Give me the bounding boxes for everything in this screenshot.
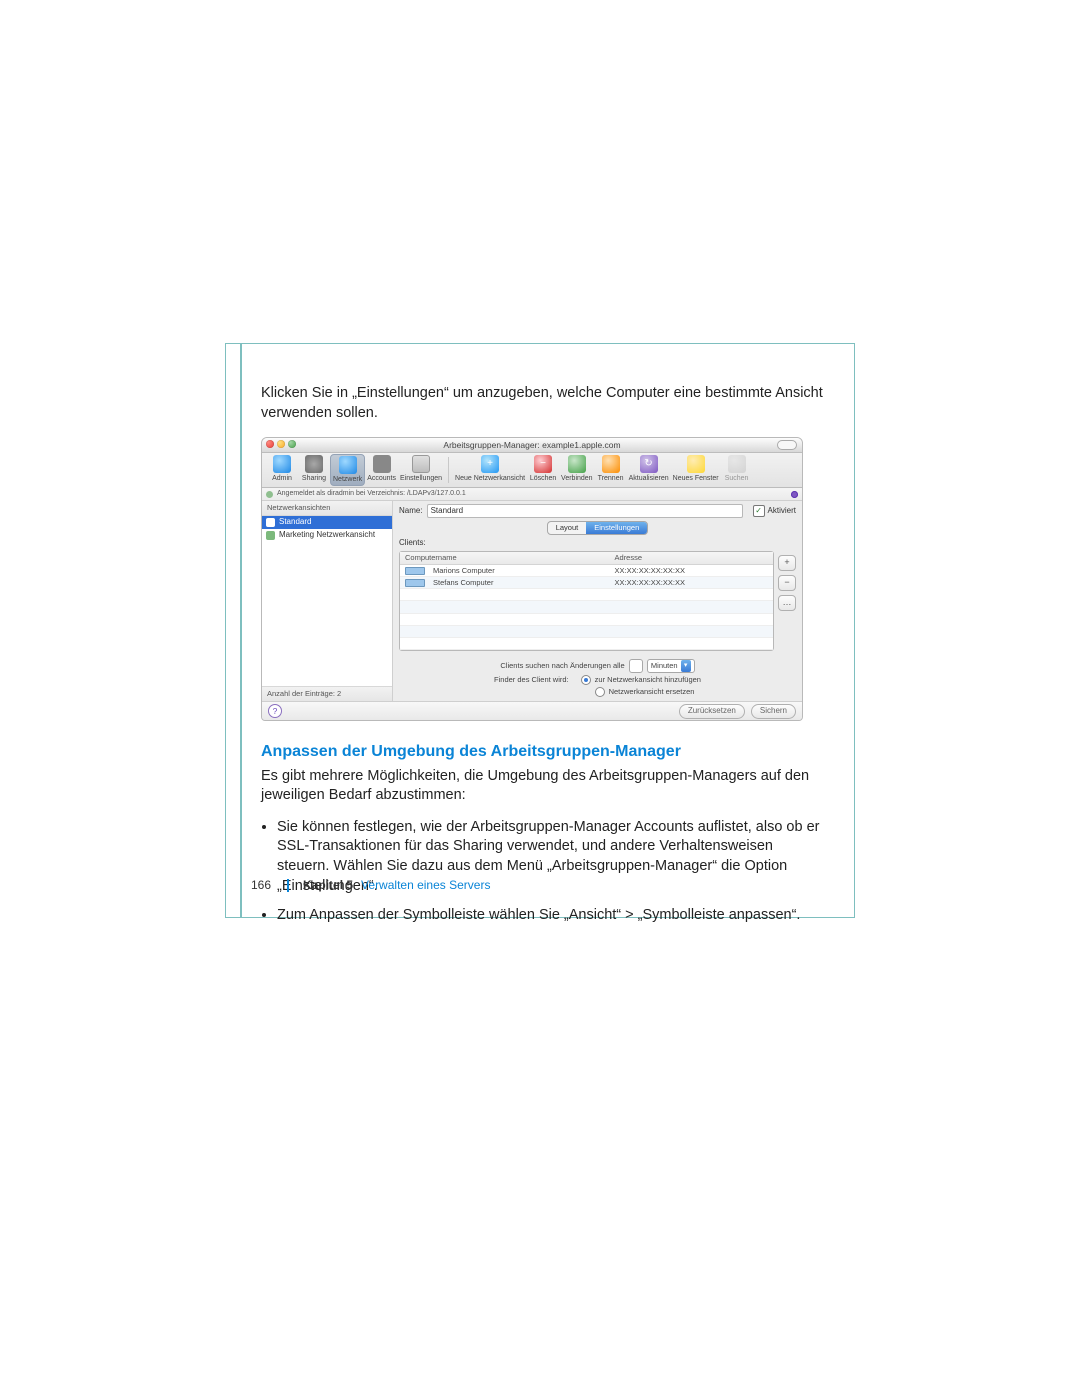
page-footer: 166 Kapitel 5 Verwalten eines Servers bbox=[251, 878, 490, 892]
col-computername[interactable]: Computername bbox=[400, 552, 610, 564]
auth-text: Angemeldet als diradmin bei Verzeichnis:… bbox=[277, 489, 466, 498]
toolbar-netzwerk[interactable]: Netzwerk bbox=[330, 454, 365, 485]
radio-replace-label: Netzwerkansicht ersetzen bbox=[609, 687, 695, 697]
tab-einstellungen[interactable]: Einstellungen bbox=[586, 522, 647, 534]
name-label: Name: bbox=[399, 506, 423, 517]
toolbar-refresh[interactable]: ↻Aktualisieren bbox=[627, 455, 671, 483]
chapter-label: Kapitel 5 bbox=[303, 878, 353, 892]
table-row[interactable]: Stefans Computer XX:XX:XX:XX:XX:XX bbox=[400, 577, 773, 589]
screenshot-window: Arbeitsgruppen-Manager: example1.apple.c… bbox=[261, 437, 803, 721]
window-titlebar: Arbeitsgruppen-Manager: example1.apple.c… bbox=[262, 438, 802, 453]
auth-strip: Angemeldet als diradmin bei Verzeichnis:… bbox=[262, 488, 802, 501]
zoom-icon[interactable] bbox=[288, 440, 296, 448]
network-view-icon bbox=[266, 518, 275, 527]
plus-icon: + bbox=[481, 455, 499, 473]
save-button[interactable]: Sichern bbox=[751, 704, 796, 719]
section-intro: Es gibt mehrere Möglichkeiten, die Umgeb… bbox=[261, 767, 826, 806]
close-icon[interactable] bbox=[266, 440, 274, 448]
section-heading: Anpassen der Umgebung des Arbeitsgruppen… bbox=[261, 741, 826, 763]
chapter-title: Verwalten eines Servers bbox=[361, 878, 490, 892]
toolbar-sharing[interactable]: Sharing bbox=[298, 455, 330, 483]
table-row[interactable] bbox=[400, 601, 773, 613]
globe-icon bbox=[273, 455, 291, 473]
sidebar-item-marketing[interactable]: Marketing Netzwerkansicht bbox=[262, 529, 392, 542]
minus-icon: − bbox=[534, 455, 552, 473]
remove-client-button[interactable]: − bbox=[778, 575, 796, 591]
toolbar-disconnect[interactable]: Trennen bbox=[595, 455, 627, 483]
toolbar-separator bbox=[448, 457, 449, 483]
computer-icon bbox=[405, 579, 425, 587]
finder-label: Finder des Client wird: bbox=[494, 675, 569, 685]
sidebar-footer: Anzahl der Einträge: 2 bbox=[262, 686, 392, 701]
table-row[interactable] bbox=[400, 589, 773, 601]
toolbar-accounts[interactable]: Accounts bbox=[365, 455, 398, 483]
tab-segment[interactable]: Layout Einstellungen bbox=[547, 521, 649, 535]
window-footer: ? Zurücksetzen Sichern bbox=[262, 701, 802, 720]
footer-divider bbox=[287, 879, 289, 892]
clients-label: Clients: bbox=[399, 538, 796, 549]
computer-icon bbox=[405, 567, 425, 575]
toolbar-new-view[interactable]: +Neue Netzwerkansicht bbox=[453, 455, 527, 483]
tab-layout[interactable]: Layout bbox=[548, 522, 587, 534]
bullet-2: Zum Anpassen der Symbolleiste wählen Sie… bbox=[277, 906, 826, 926]
page-frame-spine bbox=[240, 344, 242, 917]
table-row[interactable]: Marions Computer XX:XX:XX:XX:XX:XX bbox=[400, 565, 773, 577]
clients-table[interactable]: Computername Adresse Marions Computer XX… bbox=[399, 551, 774, 651]
toolbar-connect[interactable]: Verbinden bbox=[559, 455, 595, 483]
traffic-lights[interactable] bbox=[266, 440, 296, 448]
person-icon bbox=[305, 455, 323, 473]
network-view-icon bbox=[266, 531, 275, 540]
window-icon bbox=[687, 455, 705, 473]
connect-icon bbox=[568, 455, 586, 473]
poll-interval-field[interactable] bbox=[629, 659, 643, 673]
browse-client-button[interactable]: … bbox=[778, 595, 796, 611]
toolbar-delete[interactable]: −Löschen bbox=[527, 455, 559, 483]
sidebar-list[interactable]: Standard Marketing Netzwerkansicht bbox=[262, 516, 392, 686]
toolbar-search[interactable]: Suchen bbox=[721, 455, 753, 483]
toolbar: Admin Sharing Netzwerk Accounts Einstell… bbox=[262, 453, 802, 488]
intro-paragraph: Klicken Sie in „Einstellungen“ um anzuge… bbox=[261, 384, 826, 423]
sidebar-item-standard[interactable]: Standard bbox=[262, 516, 392, 529]
help-button[interactable]: ? bbox=[268, 704, 282, 718]
globe-icon bbox=[339, 456, 357, 474]
revert-button[interactable]: Zurücksetzen bbox=[679, 704, 745, 719]
toolbar-einstellungen[interactable]: Einstellungen bbox=[398, 455, 444, 483]
sidebar: Netzwerkansichten Standard Marketing Net… bbox=[262, 501, 393, 701]
toolbar-toggle-pill[interactable] bbox=[777, 440, 797, 450]
minimize-icon[interactable] bbox=[277, 440, 285, 448]
table-row[interactable] bbox=[400, 626, 773, 638]
refresh-icon: ↻ bbox=[640, 455, 658, 473]
toolbar-new-window[interactable]: Neues Fenster bbox=[671, 455, 721, 483]
group-icon bbox=[373, 455, 391, 473]
col-adresse[interactable]: Adresse bbox=[610, 552, 773, 564]
sidebar-heading: Netzwerkansichten bbox=[262, 501, 392, 516]
add-client-button[interactable]: + bbox=[778, 555, 796, 571]
radio-replace-view[interactable] bbox=[595, 687, 605, 697]
poll-unit-dropdown[interactable]: Minuten▾ bbox=[647, 659, 695, 673]
search-icon bbox=[728, 455, 746, 473]
poll-label: Clients suchen nach Änderungen alle bbox=[500, 661, 624, 671]
table-row[interactable] bbox=[400, 638, 773, 650]
table-row[interactable] bbox=[400, 614, 773, 626]
name-field[interactable]: Standard bbox=[427, 504, 743, 518]
detail-pane: Name: Standard ✓ Aktiviert Layout Einste… bbox=[393, 501, 802, 701]
window-title: Arbeitsgruppen-Manager: example1.apple.c… bbox=[443, 440, 620, 450]
radio-add-label: zur Netzwerkansicht hinzufügen bbox=[595, 675, 701, 685]
monitor-icon bbox=[412, 455, 430, 473]
radio-add-to-view[interactable] bbox=[581, 675, 591, 685]
disconnect-icon bbox=[602, 455, 620, 473]
page-number: 166 bbox=[251, 878, 271, 892]
directory-status-icon[interactable] bbox=[791, 491, 798, 498]
toolbar-admin[interactable]: Admin bbox=[266, 455, 298, 483]
enabled-label: Aktiviert bbox=[768, 506, 796, 517]
enabled-checkbox[interactable]: ✓ bbox=[753, 505, 765, 517]
lock-icon[interactable] bbox=[266, 491, 273, 498]
